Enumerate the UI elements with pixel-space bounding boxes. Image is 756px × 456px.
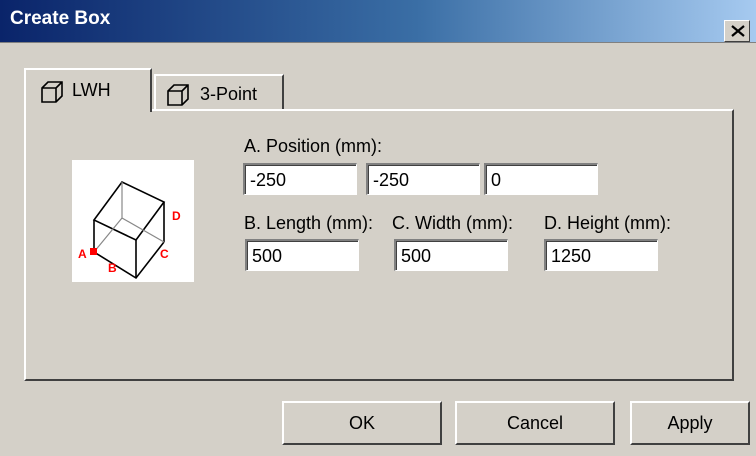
origin-marker — [90, 248, 97, 255]
position-z-field[interactable] — [484, 163, 598, 195]
position-y-input[interactable] — [368, 165, 479, 194]
height-field[interactable] — [544, 239, 658, 271]
corner-label-d: D — [172, 209, 181, 223]
height-label: D. Height (mm): — [544, 213, 672, 233]
width-field[interactable] — [394, 239, 508, 271]
title-bar: Create Box — [0, 0, 756, 43]
ok-button[interactable]: OK — [282, 401, 442, 445]
apply-button[interactable]: Apply — [630, 401, 750, 445]
length-input[interactable] — [247, 241, 358, 270]
length-field[interactable] — [245, 239, 359, 271]
tab-lwh[interactable]: LWH — [24, 68, 152, 112]
corner-label-a: A — [78, 247, 87, 261]
corner-label-b: B — [108, 261, 117, 275]
position-x-input[interactable] — [245, 165, 356, 194]
width-input[interactable] — [396, 241, 507, 270]
close-button[interactable] — [724, 20, 750, 42]
position-z-input[interactable] — [486, 165, 597, 194]
window-title: Create Box — [10, 8, 111, 29]
close-icon — [731, 25, 745, 37]
box-preview: A B C D — [72, 160, 194, 282]
cancel-button[interactable]: Cancel — [455, 401, 615, 445]
position-label: A. Position (mm): — [244, 136, 383, 156]
length-label: B. Length (mm): — [244, 213, 374, 233]
box-icon — [167, 84, 189, 106]
position-y-field[interactable] — [366, 163, 480, 195]
box-icon — [41, 81, 63, 103]
tab-3-point[interactable]: 3-Point — [154, 74, 284, 112]
box-diagram: A B C D — [78, 180, 181, 280]
tab-3-point-label: 3-Point — [200, 84, 258, 104]
position-x-field[interactable] — [243, 163, 357, 195]
height-input[interactable] — [546, 241, 657, 270]
corner-label-c: C — [160, 247, 169, 261]
tab-lwh-label: LWH — [72, 80, 111, 100]
width-label: C. Width (mm): — [392, 213, 513, 233]
